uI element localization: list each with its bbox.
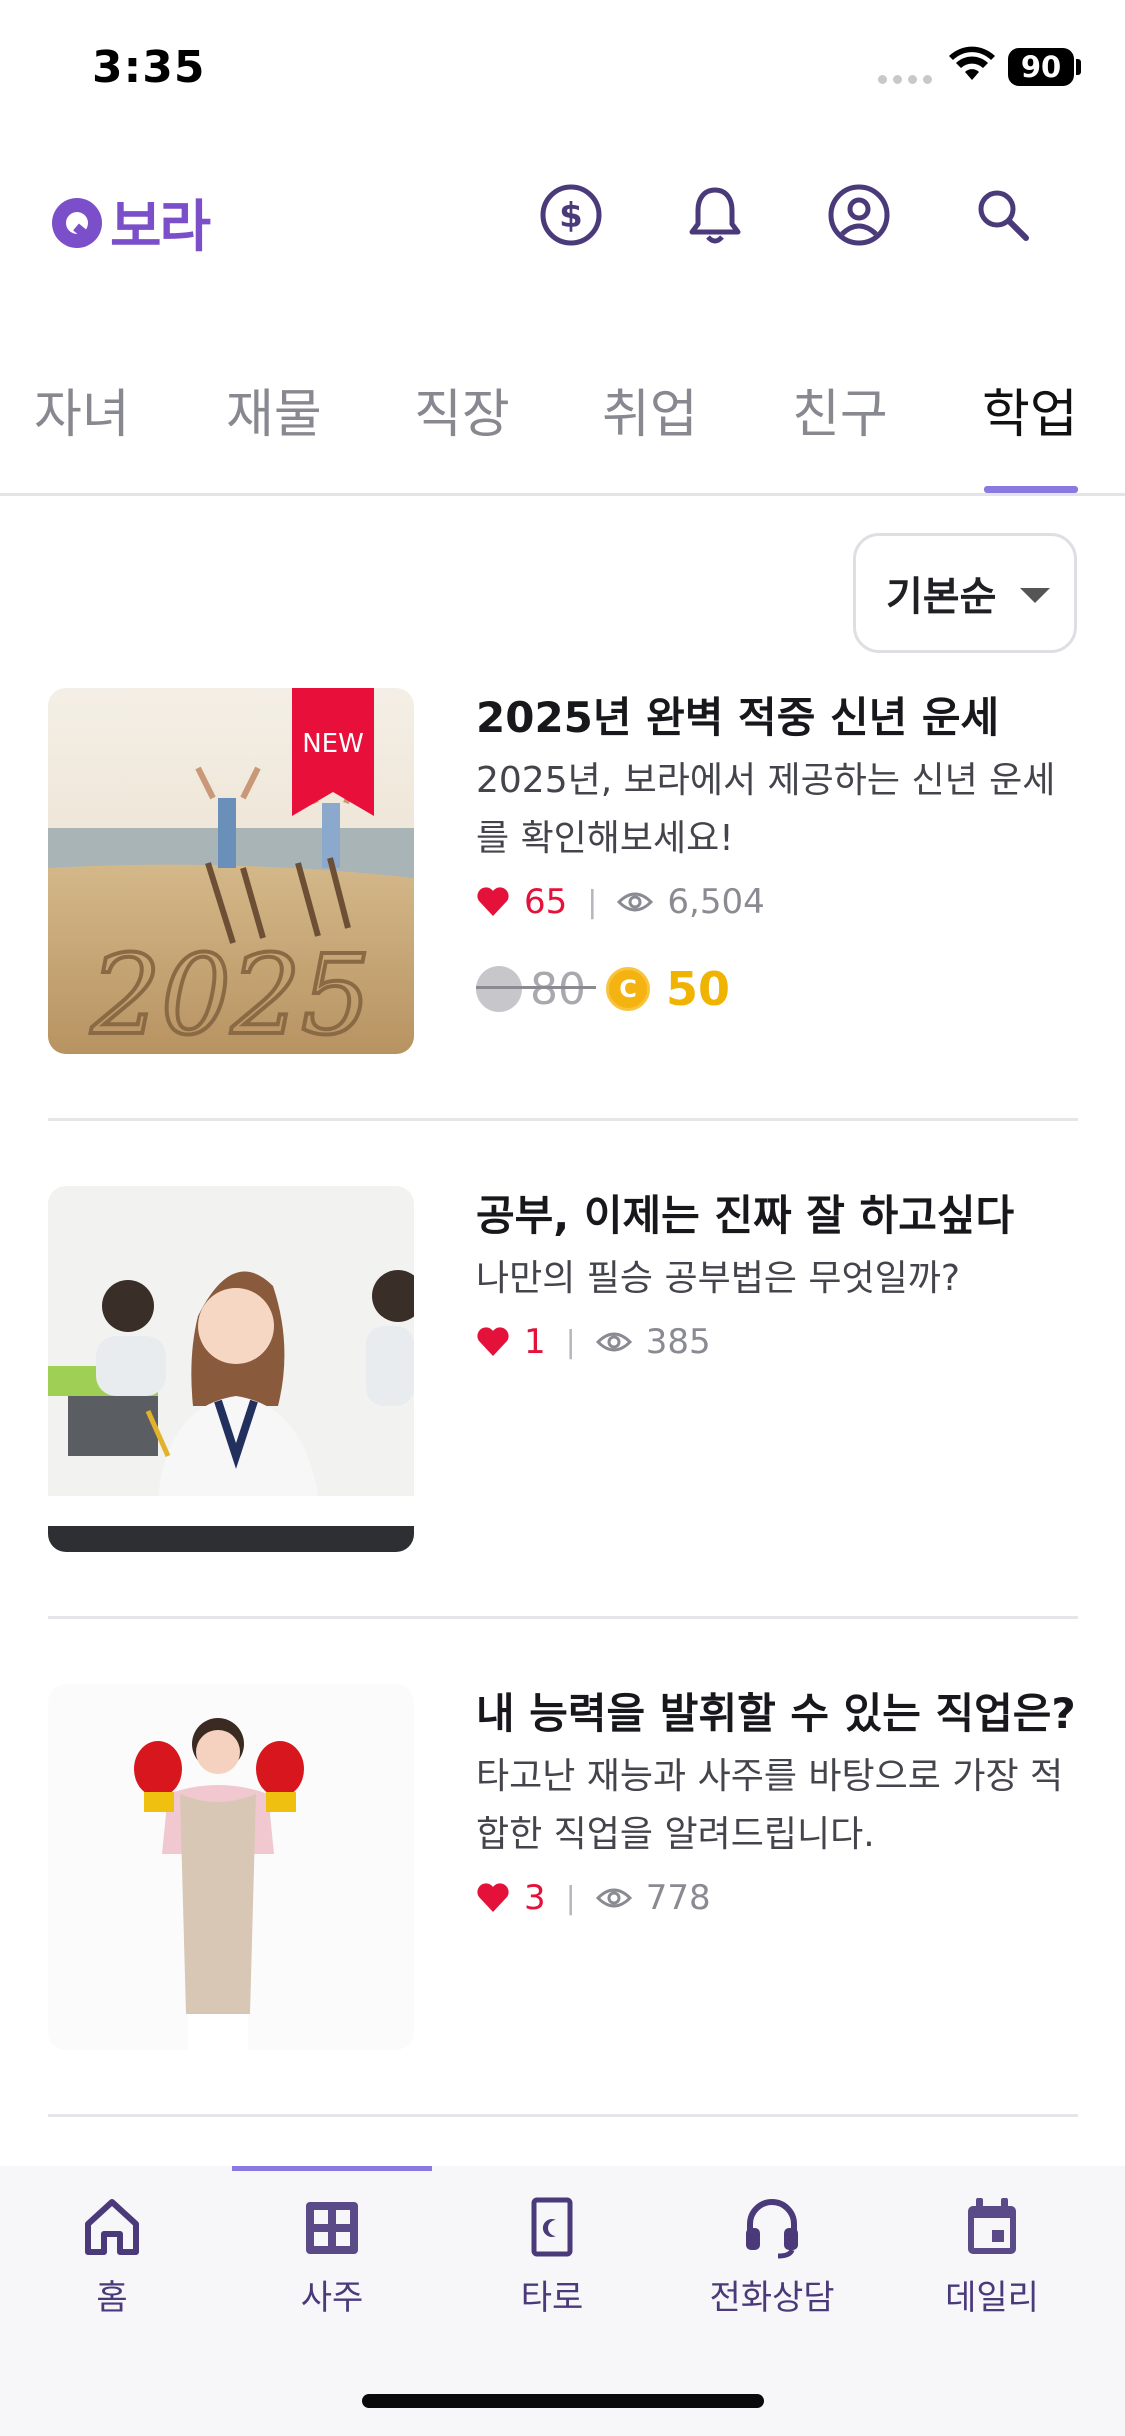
eye-icon: [617, 892, 654, 912]
tab-employment[interactable]: 취업: [602, 372, 698, 447]
search-icon[interactable]: [970, 182, 1036, 248]
like-count: 1: [524, 1322, 546, 1362]
nav-item-home[interactable]: 홈: [12, 2194, 212, 2319]
nav-item-phone-consult[interactable]: 전화상담: [672, 2194, 872, 2319]
tab-wealth[interactable]: 재물: [226, 372, 322, 447]
original-price: 80: [476, 963, 596, 1015]
tarot-card-icon: [531, 2197, 573, 2257]
card-thumbnail-image: [48, 1684, 414, 2050]
list-divider: [48, 1616, 1078, 1619]
tab-work[interactable]: 직장: [414, 372, 510, 447]
card-body: 내 능력을 발휘할 수 있는 직업은? 타고난 재능과 사주를 바탕으로 가장 …: [476, 1684, 1086, 1918]
signal-icon: [878, 75, 934, 85]
card-thumbnail-image: 2025 NEW: [48, 688, 414, 1054]
tab-children[interactable]: 자녀: [34, 372, 130, 447]
list-divider: [48, 1118, 1078, 1121]
home-indicator: [362, 2394, 764, 2408]
card-description: 2025년, 보라에서 제공하는 신년 운세를 확인해보세요!: [476, 760, 1056, 859]
account-icon[interactable]: [826, 182, 892, 248]
list-item[interactable]: 2025 NEW 2025년 완벽 적중 신년 운세 2025년, 보라에서 제…: [48, 688, 1078, 1188]
coin-icon: C: [606, 967, 650, 1011]
svg-text:$: $: [559, 196, 583, 236]
card-stats: 1 | 385: [476, 1322, 1086, 1362]
tab-study[interactable]: 학업: [982, 372, 1078, 447]
wifi-icon: [949, 46, 995, 80]
card-title: 2025년 완벽 적중 신년 운세: [476, 693, 1000, 742]
nav-label-tarot: 타로: [520, 2278, 584, 2318]
calendar-icon: [968, 2198, 1016, 2254]
card-title: 내 능력을 발휘할 수 있는 직업은?: [476, 1689, 1076, 1738]
stat-separator: |: [565, 1324, 576, 1360]
view-count: 385: [645, 1322, 711, 1362]
stat-separator: |: [587, 884, 598, 920]
list-divider: [48, 2114, 1078, 2117]
card-body: 2025년 완벽 적중 신년 운세 2025년, 보라에서 제공하는 신년 운세…: [476, 688, 1086, 1016]
sort-dropdown[interactable]: 기본순: [853, 533, 1077, 653]
price-row: 80 C 50: [476, 962, 1086, 1016]
nav-label-saju: 사주: [300, 2278, 364, 2318]
list-item[interactable]: 공부, 이제는 진짜 잘 하고싶다 나만의 필승 공부법은 무엇일까? 1 | …: [48, 1186, 1078, 1686]
battery-indicator: 90: [1008, 48, 1074, 86]
card-description: 타고난 재능과 사주를 바탕으로 가장 적합한 직업을 알려드립니다.: [476, 1756, 1064, 1855]
like-count: 3: [524, 1878, 546, 1918]
app-header: 보라 $: [0, 160, 1125, 270]
status-time: 3:35: [92, 42, 206, 93]
card-title: 공부, 이제는 진짜 잘 하고싶다: [476, 1191, 1015, 1240]
card-body: 공부, 이제는 진짜 잘 하고싶다 나만의 필승 공부법은 무엇일까? 1 | …: [476, 1186, 1086, 1362]
home-icon: [85, 2199, 139, 2255]
sort-label: 기본순: [886, 574, 997, 620]
nav-label-home: 홈: [96, 2278, 128, 2318]
tab-active-indicator: [984, 486, 1078, 493]
strikethrough-line: [476, 985, 596, 989]
battery-tip: [1076, 59, 1081, 75]
heart-icon: [477, 1883, 509, 1912]
like-count: 65: [524, 882, 568, 922]
coin-disabled-icon: [476, 966, 522, 1012]
chevron-down-icon: [1020, 588, 1050, 603]
thumbnail-2025-text: 2025: [90, 931, 371, 1054]
logo-text: 보라: [110, 195, 211, 260]
nav-active-indicator: [232, 2166, 432, 2171]
card-stats: 65 | 6,504: [476, 882, 1086, 922]
nav-item-daily[interactable]: 데일리: [892, 2194, 1092, 2319]
category-tabs: 자녀 재물 직장 취업 친구 학업: [0, 360, 1125, 496]
nav-item-saju[interactable]: 사주: [232, 2194, 432, 2319]
bell-icon[interactable]: [682, 182, 748, 248]
nav-label-phone-consult: 전화상담: [709, 2278, 835, 2318]
eye-icon: [595, 1332, 632, 1352]
stat-separator: |: [565, 1880, 576, 1916]
list-item[interactable]: 내 능력을 발휘할 수 있는 직업은? 타고난 재능과 사주를 바탕으로 가장 …: [48, 1684, 1078, 2184]
heart-icon: [477, 1327, 509, 1356]
app-logo[interactable]: 보라: [48, 182, 211, 263]
nav-label-daily: 데일리: [945, 2278, 1039, 2318]
nav-item-tarot[interactable]: 타로: [452, 2194, 652, 2319]
card-thumbnail-image: [48, 1186, 414, 1552]
headset-icon: [746, 2199, 798, 2259]
view-count: 6,504: [667, 882, 765, 922]
heart-icon: [477, 887, 509, 916]
new-badge: NEW: [302, 729, 364, 759]
coin-dollar-icon[interactable]: $: [538, 182, 604, 248]
grid-icon: [306, 2202, 358, 2254]
sale-price: 50: [666, 962, 731, 1016]
eye-icon: [595, 1888, 632, 1908]
logo-mark-icon: [52, 197, 102, 248]
card-stats: 3 | 778: [476, 1878, 1086, 1918]
view-count: 778: [645, 1878, 711, 1918]
original-price-value: 80: [530, 963, 586, 1015]
status-bar: 3:35 90: [0, 0, 1125, 140]
card-description: 나만의 필승 공부법은 무엇일까?: [476, 1258, 960, 1299]
tab-friends[interactable]: 친구: [792, 372, 888, 447]
